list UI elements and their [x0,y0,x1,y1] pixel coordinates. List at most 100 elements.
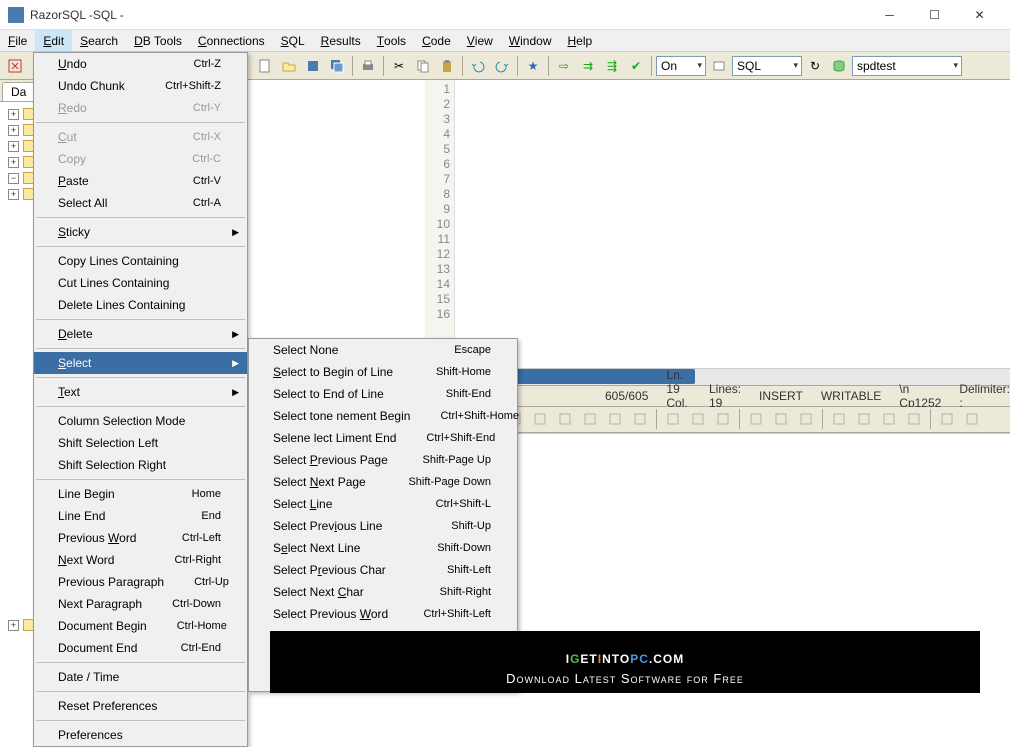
prev-icon[interactable] [828,408,850,430]
csv-icon[interactable] [554,408,576,430]
xls-icon[interactable] [604,408,626,430]
menu-item-select-to-end-of-line[interactable]: Select to End of LineShift-End [249,383,517,405]
autocommit-combo[interactable]: On [656,56,706,76]
menu-item-select-to-begin-of-line[interactable]: Select to Begin of LineShift-Home [249,361,517,383]
menu-search[interactable]: Search [72,30,126,51]
menu-item-shift-selection-left[interactable]: Shift Selection Left [34,432,247,454]
menu-item-select-next-line[interactable]: Select Next LineShift-Down [249,537,517,559]
menu-item-reset-preferences[interactable]: Reset Preferences [34,695,247,717]
menu-view[interactable]: View [459,30,501,51]
favorite-icon[interactable]: ★ [522,55,544,77]
commit-icon[interactable] [961,408,983,430]
menu-item-previous-paragraph[interactable]: Previous ParagraphCtrl-Up [34,571,247,593]
menu-item-date-time[interactable]: Date / Time [34,666,247,688]
refresh-icon[interactable] [936,408,958,430]
menu-code[interactable]: Code [414,30,459,51]
chart-icon[interactable] [529,408,551,430]
copy-icon[interactable] [412,55,434,77]
close-tab-icon[interactable] [4,55,26,77]
menu-item-next-paragraph[interactable]: Next ParagraphCtrl-Down [34,593,247,615]
menu-item-select-none[interactable]: Select NoneEscape [249,339,517,361]
menu-window[interactable]: Window [501,30,560,51]
del-icon[interactable] [795,408,817,430]
tree-tab[interactable]: Da [2,82,35,101]
connection-icon[interactable] [828,55,850,77]
minimize-button[interactable]: ─ [867,1,912,29]
menu-item-copy-lines-containing[interactable]: Copy Lines Containing [34,250,247,272]
print-icon[interactable] [357,55,379,77]
menu-item-document-begin[interactable]: Document BeginCtrl-Home [34,615,247,637]
stop-icon[interactable]: ⇶ [601,55,623,77]
undo-icon[interactable] [467,55,489,77]
language-combo[interactable]: SQL [732,56,802,76]
menu-item-select-next-char[interactable]: Select Next CharShift-Right [249,581,517,603]
paste-icon[interactable] [436,55,458,77]
editor-area[interactable]: 12345678910111213141516 [245,80,1010,368]
menu-connections[interactable]: Connections [190,30,273,51]
menu-item-undo[interactable]: UndoCtrl-Z [34,53,247,75]
expand-icon[interactable]: + [8,109,19,120]
run-all-icon[interactable]: ⇉ [577,55,599,77]
maximize-button[interactable]: ☐ [912,1,957,29]
connection-combo[interactable]: spdtest [852,56,962,76]
menu-item-select-previous-page[interactable]: Select Previous PageShift-Page Up [249,449,517,471]
expand-icon[interactable]: − [8,173,19,184]
menu-item-column-selection-mode[interactable]: Column Selection Mode [34,410,247,432]
row-icon[interactable] [745,408,767,430]
menu-tools[interactable]: Tools [369,30,414,51]
sql-icon[interactable] [708,55,730,77]
close-button[interactable]: ✕ [957,1,1002,29]
menu-edit[interactable]: Edit [35,30,72,51]
expand-icon[interactable]: + [8,157,19,168]
col-icon[interactable] [770,408,792,430]
save-icon[interactable] [302,55,324,77]
menu-item-select-next-page[interactable]: Select Next PageShift-Page Down [249,471,517,493]
menu-item-select[interactable]: Select▶ [34,352,247,374]
open-icon[interactable] [278,55,300,77]
expand-icon[interactable]: + [8,189,19,200]
menu-item-delete-lines-containing[interactable]: Delete Lines Containing [34,294,247,316]
expand-icon[interactable]: + [8,620,19,631]
redo-icon[interactable] [491,55,513,77]
expand-icon[interactable]: + [8,141,19,152]
menu-item-select-previous-word[interactable]: Select Previous WordCtrl+Shift-Left [249,603,517,625]
menu-item-shift-selection-right[interactable]: Shift Selection Right [34,454,247,476]
pdf-icon[interactable] [579,408,601,430]
menu-item-previous-word[interactable]: Previous WordCtrl-Left [34,527,247,549]
html-icon[interactable] [629,408,651,430]
new-icon[interactable] [254,55,276,77]
menu-help[interactable]: Help [559,30,600,51]
menu-item-next-word[interactable]: Next WordCtrl-Right [34,549,247,571]
menu-results[interactable]: Results [313,30,369,51]
paste-icon[interactable] [712,408,734,430]
run-sql-icon[interactable]: ⇨ [553,55,575,77]
last-icon[interactable] [903,408,925,430]
menu-item-select-all[interactable]: Select AllCtrl-A [34,192,247,214]
menu-db-tools[interactable]: DB Tools [126,30,190,51]
menu-item-text[interactable]: Text▶ [34,381,247,403]
saveall-icon[interactable] [326,55,348,77]
cut-icon[interactable]: ✂ [388,55,410,77]
commit-icon[interactable]: ✔ [625,55,647,77]
next-icon[interactable] [853,408,875,430]
menu-item-paste[interactable]: PasteCtrl-V [34,170,247,192]
menu-sql[interactable]: SQL [273,30,313,51]
menu-item-delete[interactable]: Delete▶ [34,323,247,345]
menu-item-line-end[interactable]: Line EndEnd [34,505,247,527]
menu-item-line-begin[interactable]: Line BeginHome [34,483,247,505]
menu-item-document-end[interactable]: Document EndCtrl-End [34,637,247,659]
menu-item-preferences[interactable]: Preferences [34,724,247,746]
menu-item-select-line[interactable]: Select LineCtrl+Shift-L [249,493,517,515]
menu-file[interactable]: File [0,30,35,51]
expand-icon[interactable]: + [8,125,19,136]
menu-item-selene-lect-liment-end[interactable]: Selene lect Liment EndCtrl+Shift-End [249,427,517,449]
menu-item-cut-lines-containing[interactable]: Cut Lines Containing [34,272,247,294]
menu-item-undo-chunk[interactable]: Undo ChunkCtrl+Shift-Z [34,75,247,97]
refresh-icon[interactable]: ↻ [804,55,826,77]
cut-icon[interactable] [662,408,684,430]
copy-icon[interactable] [687,408,709,430]
first-icon[interactable] [878,408,900,430]
menu-item-sticky[interactable]: Sticky▶ [34,221,247,243]
menu-item-select-previous-line[interactable]: Select Previous LineShift-Up [249,515,517,537]
menu-item-select-tone-nement-begin[interactable]: Select tone nement BeginCtrl+Shift-Home [249,405,517,427]
